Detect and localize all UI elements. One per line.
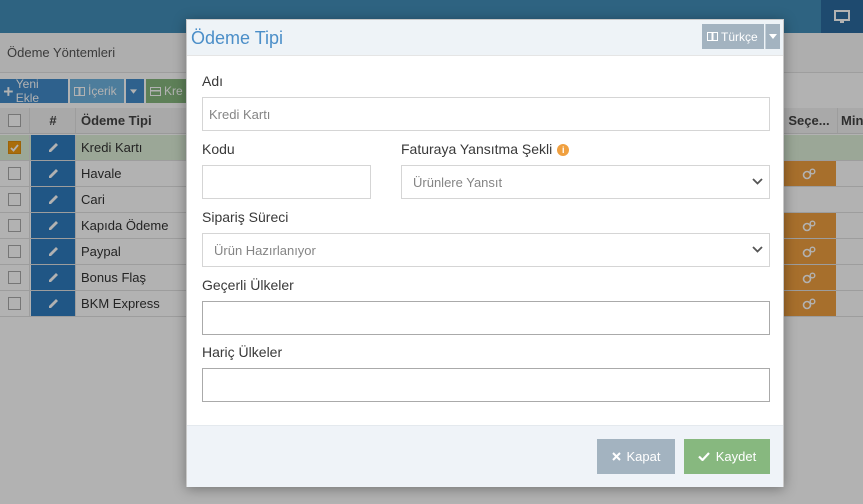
save-button[interactable]: Kaydet bbox=[684, 439, 770, 474]
modal-footer: Kapat Kaydet bbox=[187, 425, 783, 487]
invoice-label: Faturaya Yansıtma Şekli i bbox=[401, 141, 570, 157]
modal-header: Ödeme Tipi Türkçe bbox=[187, 20, 783, 56]
name-input-value: Kredi Kartı bbox=[209, 106, 271, 122]
language-label: Türkçe bbox=[721, 29, 758, 44]
order-process-label: Sipariş Süreci bbox=[202, 209, 289, 225]
order-process-value: Ürün Hazırlanıyor bbox=[214, 242, 316, 258]
check-icon bbox=[697, 452, 710, 461]
name-input[interactable]: Kredi Kartı bbox=[202, 97, 770, 131]
close-icon bbox=[611, 452, 621, 461]
close-label: Kapat bbox=[626, 449, 661, 464]
invoice-select-value: Ürünlere Yansıt bbox=[413, 174, 503, 190]
chevron-down-icon bbox=[752, 178, 763, 185]
valid-countries-label: Geçerli Ülkeler bbox=[202, 277, 294, 293]
payment-type-modal: Ödeme Tipi Türkçe Adı Kredi Kartı Kodu F… bbox=[186, 19, 784, 487]
modal-title: Ödeme Tipi bbox=[191, 28, 284, 48]
invoice-select[interactable]: Ürünlere Yansıt bbox=[401, 165, 770, 199]
language-button[interactable]: Türkçe bbox=[702, 24, 764, 49]
info-icon[interactable]: i bbox=[557, 144, 570, 156]
language-dropdown-button[interactable] bbox=[765, 24, 780, 49]
caret-down-icon bbox=[769, 34, 777, 39]
code-input[interactable] bbox=[202, 165, 371, 199]
close-button[interactable]: Kapat bbox=[597, 439, 675, 474]
book-icon bbox=[707, 32, 718, 41]
valid-countries-input[interactable] bbox=[202, 301, 770, 335]
excluded-countries-input[interactable] bbox=[202, 368, 770, 402]
chevron-down-icon bbox=[752, 246, 763, 253]
excluded-countries-label: Hariç Ülkeler bbox=[202, 344, 283, 360]
save-label: Kaydet bbox=[715, 449, 757, 464]
code-label: Kodu bbox=[202, 141, 235, 157]
name-label: Adı bbox=[202, 73, 224, 89]
invoice-label-text: Faturaya Yansıtma Şekli bbox=[401, 141, 553, 157]
order-process-select[interactable]: Ürün Hazırlanıyor bbox=[202, 233, 770, 267]
